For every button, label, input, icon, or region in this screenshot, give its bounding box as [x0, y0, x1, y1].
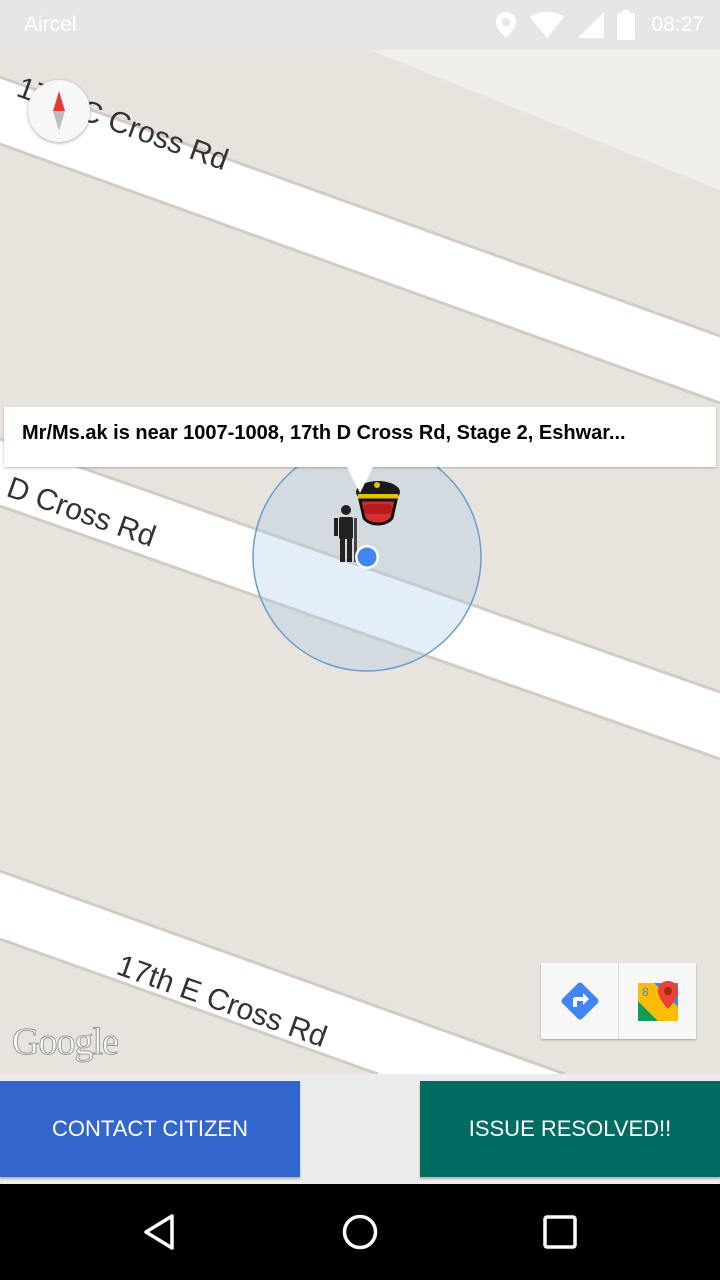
action-bar: CONTACT CITIZEN ISSUE RESOLVED!! — [0, 1074, 720, 1184]
info-window[interactable]: Mr/Ms.ak is near 1007-1008, 17th D Cross… — [4, 407, 716, 467]
map-view[interactable]: 17th C Cross Rd D Cross Rd 17th E Cross … — [0, 50, 720, 1074]
status-bar: Aircel 08:27 — [0, 0, 720, 50]
location-icon — [496, 12, 517, 38]
back-icon[interactable] — [140, 1212, 180, 1252]
directions-icon — [560, 982, 599, 1020]
info-window-tail — [347, 467, 373, 493]
wifi-icon — [530, 11, 565, 38]
status-icons: 08:27 — [495, 9, 704, 41]
directions-button[interactable] — [541, 963, 618, 1039]
open-in-maps-button[interactable]: 8 — [618, 963, 696, 1039]
google-maps-icon: 8 — [637, 981, 678, 1021]
recents-icon[interactable] — [540, 1212, 580, 1252]
carrier-name: Aircel — [24, 13, 77, 36]
current-location-dot — [355, 545, 379, 569]
compass-button[interactable] — [28, 80, 90, 142]
navigation-bar — [0, 1184, 720, 1280]
clock: 08:27 — [651, 13, 704, 36]
info-window-text: Mr/Ms.ak is near 1007-1008, 17th D Cross… — [22, 422, 626, 444]
contact-citizen-button[interactable]: CONTACT CITIZEN — [0, 1081, 300, 1177]
home-icon[interactable] — [340, 1212, 380, 1252]
map-toolbar: 8 — [541, 963, 696, 1039]
google-logo: Google — [12, 1021, 120, 1064]
battery-icon — [617, 10, 636, 40]
signal-icon — [578, 12, 605, 38]
compass-icon — [53, 91, 65, 131]
issue-resolved-button[interactable]: ISSUE RESOLVED!! — [420, 1081, 720, 1177]
svg-text:8: 8 — [642, 985, 649, 999]
